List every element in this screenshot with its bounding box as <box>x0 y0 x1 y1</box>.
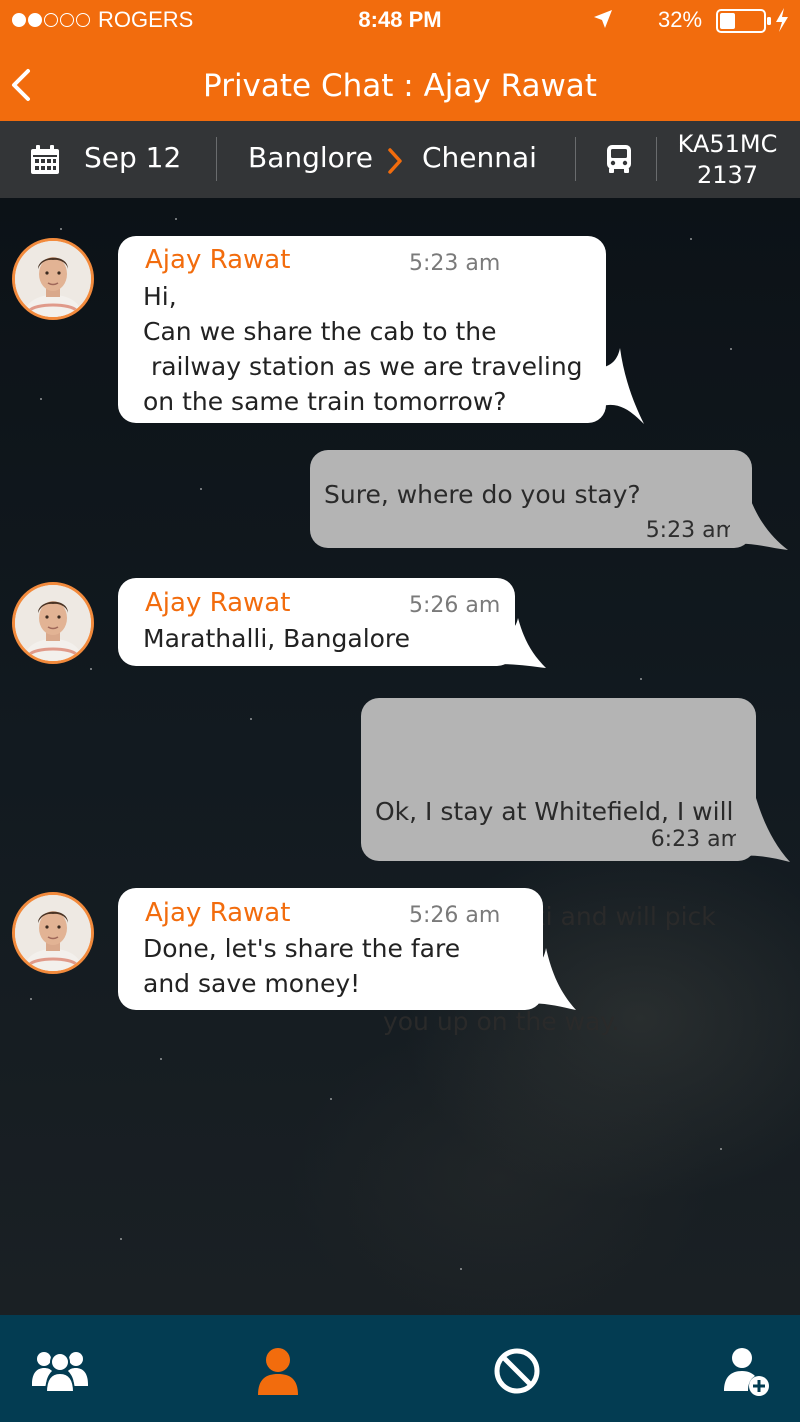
trip-origin: Banglore <box>248 141 373 174</box>
avatar[interactable] <box>12 892 94 974</box>
tab-bar <box>0 1315 800 1422</box>
star <box>175 218 177 220</box>
chat-messages[interactable]: Ajay Rawat 5:23 am Hi, Can we share the … <box>0 198 800 1315</box>
star <box>60 228 62 230</box>
divider <box>575 137 576 181</box>
person-icon <box>258 1348 298 1395</box>
chevron-right-icon <box>386 147 404 182</box>
vehicle-number: KA51MC 2137 <box>660 129 795 191</box>
trip-date: Sep 12 <box>84 141 182 174</box>
star <box>460 1268 462 1270</box>
vehicle-number-line2: 2137 <box>696 161 759 189</box>
tab-group[interactable] <box>32 1348 88 1396</box>
message-bubble-incoming[interactable]: Ajay Rawat 5:26 am Done, let's share the… <box>118 888 543 1010</box>
bubble-tail <box>590 348 644 424</box>
star <box>90 668 92 670</box>
calendar-icon <box>30 145 60 182</box>
message-line: Can we share the cab to the <box>143 317 497 346</box>
tab-block[interactable] <box>493 1347 541 1399</box>
message-text: Done, let's share the fare and save mone… <box>143 931 529 1001</box>
message-line: Done, let's share the fare <box>143 934 461 963</box>
star <box>200 488 202 490</box>
sender-name: Ajay Rawat <box>145 898 291 928</box>
message-time: 5:26 am <box>409 593 501 618</box>
message-bubble-outgoing[interactable]: Sure, where do you stay? 5:23 am <box>310 450 752 548</box>
divider <box>216 137 217 181</box>
message-bubble-incoming[interactable]: Ajay Rawat 5:23 am Hi, Can we share the … <box>118 236 606 423</box>
battery-percent: 32% <box>658 7 703 32</box>
top-bar: ROGERS 8:48 PM 32% Private Chat : Ajay R… <box>0 0 800 121</box>
message-time: 5:23 am <box>645 518 737 543</box>
trip-info-bar: Sep 12 Banglore Chennai KA51MC 2137 <box>0 121 800 198</box>
star <box>40 398 42 400</box>
star <box>30 998 32 1000</box>
star <box>730 348 732 350</box>
battery-icon <box>716 9 772 39</box>
star <box>690 238 692 240</box>
avatar[interactable] <box>12 582 94 664</box>
tab-profile[interactable] <box>256 1347 300 1399</box>
message-text: Hi, Can we share the cab to the railway … <box>143 279 592 419</box>
star <box>640 678 642 680</box>
block-icon <box>494 1348 540 1394</box>
add-user-icon <box>724 1348 769 1396</box>
charging-bolt-icon <box>774 8 790 38</box>
message-bubble-outgoing[interactable]: Ok, I stay at Whitefield, I will come in… <box>361 698 756 1036</box>
star <box>120 1238 122 1240</box>
message-line: on the same train tomorrow? <box>143 387 507 416</box>
bubble-tail <box>498 618 546 668</box>
tab-add-user[interactable] <box>724 1347 770 1401</box>
group-icon <box>32 1352 88 1393</box>
sender-name: Ajay Rawat <box>145 245 291 275</box>
message-bubble-incoming[interactable]: Ajay Rawat 5:26 am Marathalli, Bangalore <box>118 578 515 666</box>
message-line: railway station as we are traveling <box>143 352 583 381</box>
message-time: 5:26 am <box>409 903 501 928</box>
star <box>160 1058 162 1060</box>
bubble-tail <box>526 948 576 1010</box>
chat-header: Private Chat : Ajay Rawat <box>0 48 800 121</box>
star <box>330 1098 332 1100</box>
star <box>250 718 252 720</box>
sender-name: Ajay Rawat <box>145 588 291 618</box>
message-line: Hi, <box>143 282 177 311</box>
status-bar: ROGERS 8:48 PM 32% <box>0 0 800 40</box>
message-time: 6:23 am <box>650 827 742 852</box>
star <box>720 1148 722 1150</box>
message-time: 5:23 am <box>409 251 501 276</box>
message-text: Sure, where do you stay? <box>324 480 641 509</box>
avatar[interactable] <box>12 238 94 320</box>
bubble-tail <box>730 498 788 550</box>
vehicle-number-line1: KA51MC <box>677 130 778 158</box>
message-text: Marathalli, Bangalore <box>143 624 411 653</box>
page-title: Private Chat : Ajay Rawat <box>203 68 597 104</box>
trip-destination: Chennai <box>422 141 537 174</box>
divider <box>656 137 657 181</box>
message-line: and save money! <box>143 969 361 998</box>
bubble-tail <box>736 798 790 862</box>
bus-icon <box>605 144 633 181</box>
location-arrow-icon <box>592 8 614 36</box>
